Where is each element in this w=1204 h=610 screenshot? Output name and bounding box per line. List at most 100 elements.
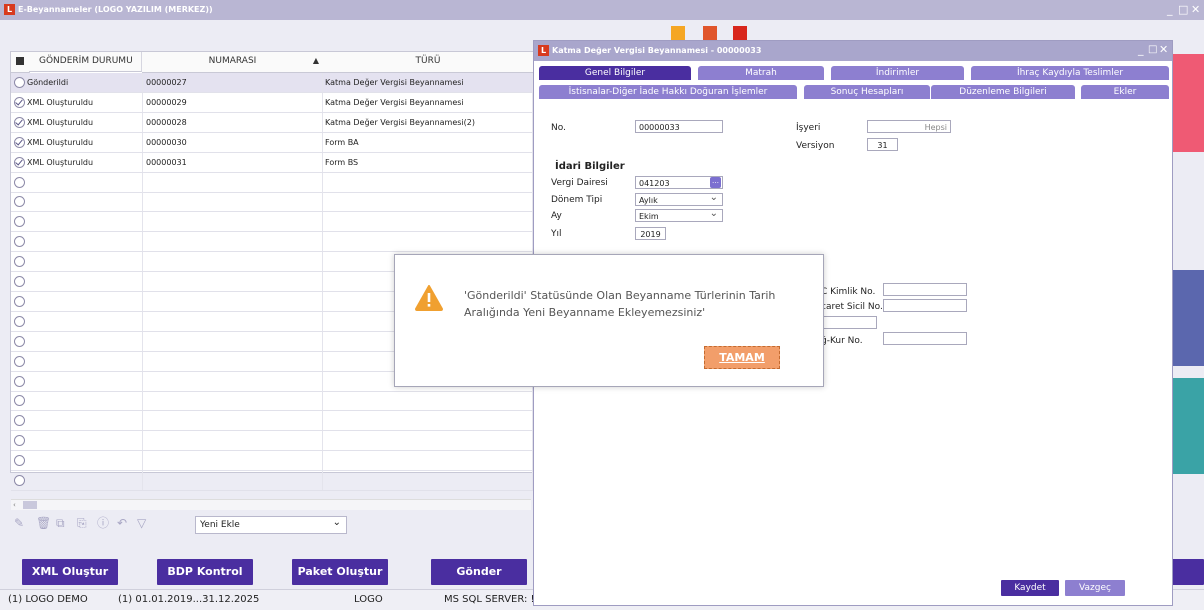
right-tile-teal[interactable]	[1172, 378, 1204, 474]
yeni-ekle-select[interactable]: Yeni Ekle ⌄	[195, 516, 347, 534]
undo-icon[interactable]: ↶	[117, 517, 129, 529]
status-cell[interactable]: Gönderildi	[11, 73, 143, 92]
row-checkbox[interactable]	[14, 276, 25, 287]
kimlik-no-field[interactable]	[883, 283, 967, 296]
table-row[interactable]	[11, 451, 533, 472]
kdv-maximize-button[interactable]: □	[1148, 44, 1157, 55]
table-row[interactable]	[11, 192, 533, 213]
row-checkbox[interactable]	[14, 435, 25, 447]
row-checkbox[interactable]	[14, 256, 25, 268]
status-cell[interactable]	[11, 311, 143, 331]
status-cell[interactable]: XML Oluşturuldu	[11, 112, 143, 132]
table-row[interactable]: XML Oluşturuldu 00000029 Katma Değer Vergi…	[11, 92, 533, 113]
table-row[interactable]: XML Oluşturuldu 00000030 Form BA	[11, 132, 533, 153]
row-checkbox[interactable]	[14, 415, 25, 427]
row-checkbox[interactable]	[14, 355, 25, 367]
row-checkbox[interactable]	[14, 315, 25, 327]
status-cell[interactable]	[11, 431, 143, 451]
tab-sonuc-hesaplari[interactable]: Sonuç Hesapları	[804, 85, 930, 99]
table-row[interactable]	[11, 411, 533, 432]
vergi-dairesi-field[interactable]: 041203 …	[635, 176, 723, 189]
tab-indirimler[interactable]: İndirimler	[831, 66, 964, 80]
col-header-type[interactable]: TÜRÜ	[323, 52, 534, 73]
tab-ekler[interactable]: Ekler	[1081, 85, 1169, 99]
yil-field[interactable]: 2019	[635, 227, 666, 240]
info-icon[interactable]: ⓘ	[97, 517, 109, 529]
row-checkbox[interactable]	[14, 116, 25, 128]
col-header-number[interactable]: NUMARASI ▲	[142, 52, 324, 73]
versiyon-field[interactable]: 31	[867, 138, 898, 151]
status-cell[interactable]	[11, 232, 143, 252]
tamam-button[interactable]: TAMAM	[704, 346, 780, 369]
table-row[interactable]	[11, 172, 533, 193]
isyeri-field[interactable]: Hepsi	[867, 120, 951, 133]
status-cell[interactable]	[11, 391, 143, 411]
xml-olustur-button[interactable]: XML Oluştur	[22, 559, 118, 585]
gonder-button[interactable]: Gönder	[431, 559, 527, 585]
table-row[interactable]	[11, 391, 533, 412]
ticaret-sicil-field[interactable]	[883, 299, 967, 312]
status-cell[interactable]	[11, 291, 143, 311]
bagkur-field[interactable]	[883, 332, 967, 345]
row-checkbox[interactable]	[14, 136, 25, 148]
vazgec-button[interactable]: Vazgeç	[1065, 580, 1125, 596]
scroll-left-icon[interactable]: ‹	[13, 501, 21, 509]
bdp-kontrol-button[interactable]: BDP Kontrol	[157, 559, 253, 585]
status-cell[interactable]	[11, 172, 143, 192]
row-checkbox[interactable]	[14, 395, 25, 407]
row-checkbox[interactable]	[14, 475, 25, 486]
table-row[interactable]	[11, 471, 533, 491]
view-icon[interactable]: ⧉	[56, 517, 68, 529]
kaydet-button[interactable]: Kaydet	[1001, 580, 1059, 596]
table-row[interactable]: XML Oluşturuldu 00000028 Katma Değer Vergi…	[11, 112, 533, 133]
tab-istisnalar[interactable]: İstisnalar-Diğer İade Hakkı Doğuran İşle…	[539, 85, 797, 99]
close-button[interactable]: ✕	[1191, 3, 1200, 16]
paket-olustur-button[interactable]: Paket Oluştur	[292, 559, 388, 585]
tab-ihrac-kaydiyla[interactable]: İhraç Kaydıyla Teslimler	[971, 66, 1169, 80]
table-row[interactable]: Gönderildi 00000027 Katma Değer Vergisi Be…	[11, 73, 533, 93]
select-all-header[interactable]	[11, 52, 30, 73]
table-row[interactable]: XML Oluşturuldu 00000031 Form BS	[11, 152, 533, 173]
donem-tipi-select[interactable]: Aylık	[635, 191, 723, 206]
ay-select[interactable]: Ekim	[635, 207, 723, 222]
status-cell[interactable]	[11, 192, 143, 212]
status-cell[interactable]: XML Oluşturuldu	[11, 132, 143, 152]
partial-field[interactable]	[821, 316, 877, 329]
right-action-button[interactable]	[1172, 559, 1204, 585]
row-checkbox[interactable]	[14, 375, 25, 387]
no-field[interactable]: 00000033	[635, 120, 723, 133]
status-cell[interactable]	[11, 252, 143, 272]
right-tile-blue[interactable]	[1172, 270, 1204, 366]
status-cell[interactable]: XML Oluşturuldu	[11, 152, 143, 172]
kdv-close-button[interactable]: ✕	[1159, 43, 1168, 56]
row-checkbox[interactable]	[14, 216, 25, 228]
edit-icon[interactable]: ✎	[14, 517, 26, 529]
status-cell[interactable]	[11, 272, 143, 291]
row-checkbox[interactable]	[14, 77, 25, 88]
copy-icon[interactable]: ⎘	[77, 517, 89, 529]
row-checkbox[interactable]	[14, 96, 25, 108]
row-checkbox[interactable]	[14, 176, 25, 188]
filter-icon[interactable]: ▽	[137, 517, 149, 529]
lookup-icon[interactable]: …	[710, 177, 721, 188]
table-row[interactable]	[11, 431, 533, 452]
tab-matrah[interactable]: Matrah	[698, 66, 824, 80]
minimize-button[interactable]: _	[1167, 3, 1173, 16]
status-cell[interactable]	[11, 331, 143, 351]
row-checkbox[interactable]	[14, 455, 25, 467]
status-cell[interactable]	[11, 451, 143, 471]
row-checkbox[interactable]	[14, 196, 25, 208]
tab-genel-bilgiler[interactable]: Genel Bilgiler	[539, 66, 691, 80]
scroll-thumb[interactable]	[23, 501, 37, 509]
status-cell[interactable]	[11, 411, 143, 431]
kdv-minimize-button[interactable]: _	[1138, 43, 1144, 56]
status-cell[interactable]	[11, 212, 143, 232]
status-cell[interactable]	[11, 471, 143, 490]
horizontal-scrollbar[interactable]: ‹	[11, 499, 531, 510]
row-checkbox[interactable]	[14, 156, 25, 168]
right-tile-pink[interactable]	[1172, 54, 1204, 152]
table-row[interactable]	[11, 212, 533, 233]
col-header-status[interactable]: GÖNDERİM DURUMU	[29, 52, 142, 72]
status-cell[interactable]	[11, 351, 143, 371]
row-checkbox[interactable]	[14, 335, 25, 347]
